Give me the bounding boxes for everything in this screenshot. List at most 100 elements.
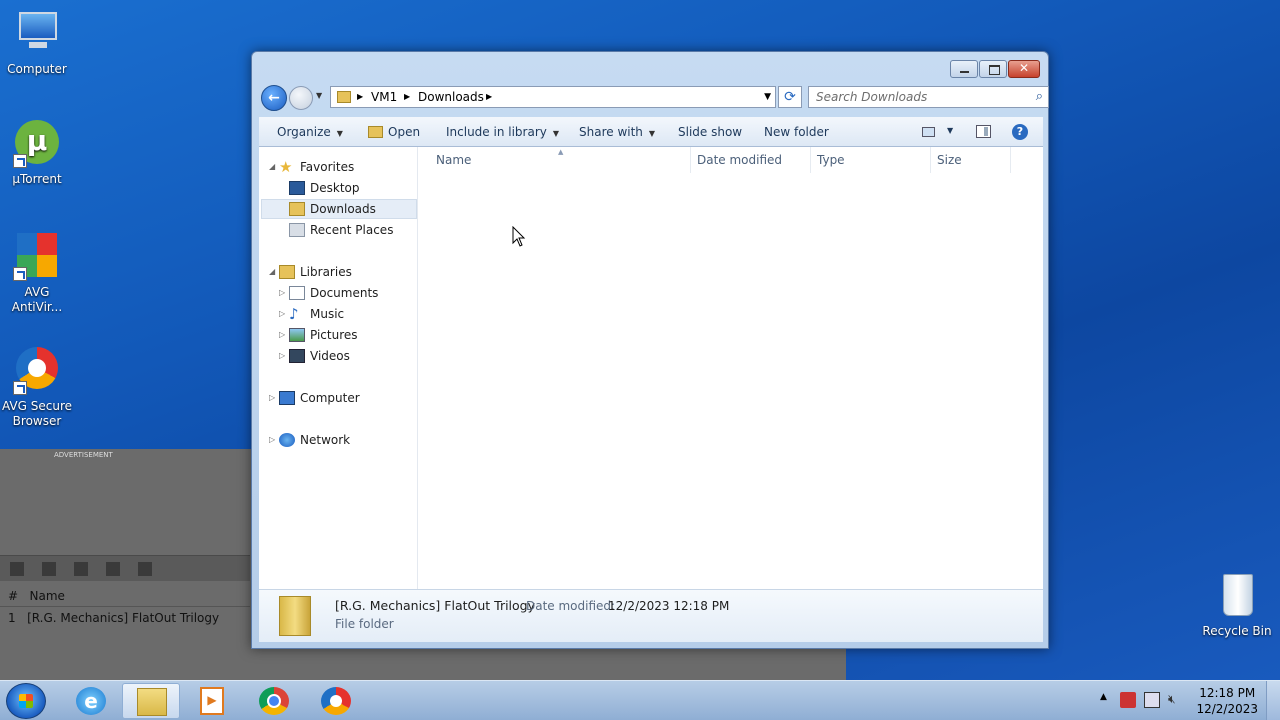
maximize-button[interactable] (979, 60, 1007, 78)
recent-pages-dropdown-icon[interactable]: ▼ (316, 91, 322, 100)
nav-label: Music (310, 307, 345, 321)
nav-item-libraries[interactable]: ◢ Libraries (259, 262, 417, 282)
internet-explorer-icon: e (76, 687, 106, 715)
system-tray: ▲ 🔇︎ 12:18 PM 12/2/2023 (1090, 681, 1280, 720)
taskbar-avg-secure-browser[interactable] (307, 683, 365, 719)
collapsed-arrow-icon[interactable]: ▷ (279, 304, 289, 324)
chevron-down-icon: ▼ (552, 129, 560, 138)
nav-item-desktop[interactable]: Desktop (259, 178, 417, 198)
nav-item-pictures[interactable]: ▷ Pictures (259, 325, 417, 345)
action-center-flag-icon[interactable] (1120, 692, 1136, 708)
minimize-button[interactable] (950, 60, 978, 78)
libraries-icon (279, 265, 295, 279)
column-header-type[interactable]: Type (811, 147, 931, 173)
show-hidden-icons-icon[interactable]: ▲ (1100, 692, 1116, 708)
delete-icon[interactable] (106, 562, 120, 576)
row-name: [R.G. Mechanics] FlatOut Trilogy (27, 611, 220, 625)
breadcrumb-arrow-icon[interactable]: ▶ (357, 87, 363, 107)
desktop-icon-label: Recycle Bin (1202, 624, 1272, 638)
view-options-dropdown-icon[interactable]: ▼ (947, 126, 953, 135)
avg-secure-browser-icon (321, 687, 351, 715)
desktop-icon-recycle-bin[interactable]: Recycle Bin (1200, 572, 1274, 639)
col-name: Name (29, 589, 65, 603)
new-folder-button[interactable]: New folder (764, 117, 829, 147)
breadcrumb-downloads[interactable]: Downloads (418, 87, 484, 107)
nav-item-computer[interactable]: ▷ Computer (259, 388, 417, 408)
media-player-icon: ▶ (200, 687, 224, 715)
breadcrumb-arrow-icon[interactable]: ▶ (486, 87, 492, 107)
volume-muted-icon[interactable]: 🔇︎ (1168, 692, 1184, 708)
change-view-icon[interactable] (922, 127, 935, 137)
command-bar: Organize ▼ Open Include in library ▼ Share… (259, 117, 1043, 147)
column-header-date-modified[interactable]: Date modified (691, 147, 811, 173)
column-headers: Name ▲ Date modified Type Size (419, 147, 1043, 173)
chrome-icon (259, 687, 289, 715)
nav-label: Favorites (300, 160, 355, 174)
include-in-library-button[interactable]: Include in library ▼ (446, 117, 559, 147)
sort-ascending-icon: ▲ (558, 148, 564, 156)
network-status-icon[interactable] (1144, 692, 1160, 708)
nav-item-videos[interactable]: ▷ Videos (259, 346, 417, 366)
nav-item-favorites[interactable]: ◢ ★ Favorites (259, 157, 417, 177)
collapsed-arrow-icon[interactable]: ▷ (279, 325, 289, 345)
search-input[interactable]: Search Downloads ⌕ (808, 86, 1049, 108)
nav-label: Computer (300, 391, 360, 405)
nav-item-network[interactable]: ▷ Network (259, 430, 417, 450)
desktop-icon-avg-secure-browser[interactable]: AVG Secure Browser (0, 347, 74, 429)
taskbar-windows-explorer[interactable] (122, 683, 180, 719)
column-header-name[interactable]: Name (419, 147, 691, 173)
add-icon[interactable] (10, 562, 24, 576)
help-icon[interactable]: ? (1012, 124, 1028, 140)
details-date-value: 12/2/2023 12:18 PM (608, 599, 730, 613)
search-placeholder: Search Downloads (816, 90, 928, 104)
close-button[interactable] (1008, 60, 1040, 78)
link-icon[interactable] (42, 562, 56, 576)
start-button[interactable] (6, 683, 46, 719)
back-button[interactable]: ← (261, 85, 287, 111)
computer-icon (13, 10, 61, 58)
taskbar-chrome[interactable] (245, 683, 303, 719)
open-label: Open (388, 125, 421, 139)
expanded-arrow-icon[interactable]: ◢ (269, 157, 279, 177)
preview-pane-icon[interactable] (976, 125, 991, 138)
star-icon: ★ (279, 158, 293, 176)
utorrent-icon: µ (13, 120, 61, 168)
desktop-icon-avg-antivirus[interactable]: AVG AntiVir... (0, 233, 74, 315)
show-desktop-button[interactable] (1266, 681, 1280, 720)
address-dropdown-icon[interactable]: ▼ (764, 87, 771, 107)
taskbar-internet-explorer[interactable]: e (62, 683, 120, 719)
organize-button[interactable]: Organize ▼ (277, 117, 343, 147)
collapsed-arrow-icon[interactable]: ▷ (269, 430, 279, 450)
refresh-button[interactable]: ⟳ (778, 86, 802, 108)
column-header-size[interactable]: Size (931, 147, 1011, 173)
collapsed-arrow-icon[interactable]: ▷ (279, 283, 289, 303)
column-label: Size (937, 153, 962, 167)
slide-show-button[interactable]: Slide show (678, 117, 742, 147)
search-icon[interactable]: ⌕ (1036, 87, 1043, 107)
open-button[interactable]: Open (368, 117, 420, 147)
breadcrumb-vm1[interactable]: VM1 (371, 87, 397, 107)
taskbar-media-player[interactable]: ▶ (182, 683, 240, 719)
breadcrumb-arrow-icon[interactable]: ▶ (404, 87, 410, 107)
download-icon[interactable] (138, 562, 152, 576)
recent-places-icon (289, 223, 305, 237)
desktop-icon-computer[interactable]: Computer (0, 10, 74, 77)
nav-item-documents[interactable]: ▷ Documents (259, 283, 417, 303)
share-with-button[interactable]: Share with ▼ (579, 117, 655, 147)
forward-button[interactable] (289, 86, 313, 110)
nav-label: Network (300, 433, 351, 447)
desktop-icon-utorrent[interactable]: µ µTorrent (0, 120, 74, 187)
clock[interactable]: 12:18 PM 12/2/2023 (1196, 685, 1258, 717)
nav-item-recent-places[interactable]: Recent Places (259, 220, 417, 240)
details-date-label: Date modified: (526, 599, 616, 613)
recycle-bin-icon (1213, 572, 1261, 620)
nav-item-music[interactable]: ▷ ♪ Music (259, 304, 417, 324)
list-item[interactable]: 1 [R.G. Mechanics] FlatOut Trilogy (0, 607, 250, 629)
windows-explorer-icon (137, 688, 167, 716)
expanded-arrow-icon[interactable]: ◢ (269, 262, 279, 282)
collapsed-arrow-icon[interactable]: ▷ (279, 346, 289, 366)
collapsed-arrow-icon[interactable]: ▷ (269, 388, 279, 408)
nav-item-downloads[interactable]: Downloads (259, 199, 417, 219)
address-bar[interactable]: ▶ VM1 ▶ Downloads ▶ ▼ (330, 86, 776, 108)
file-icon[interactable] (74, 562, 88, 576)
